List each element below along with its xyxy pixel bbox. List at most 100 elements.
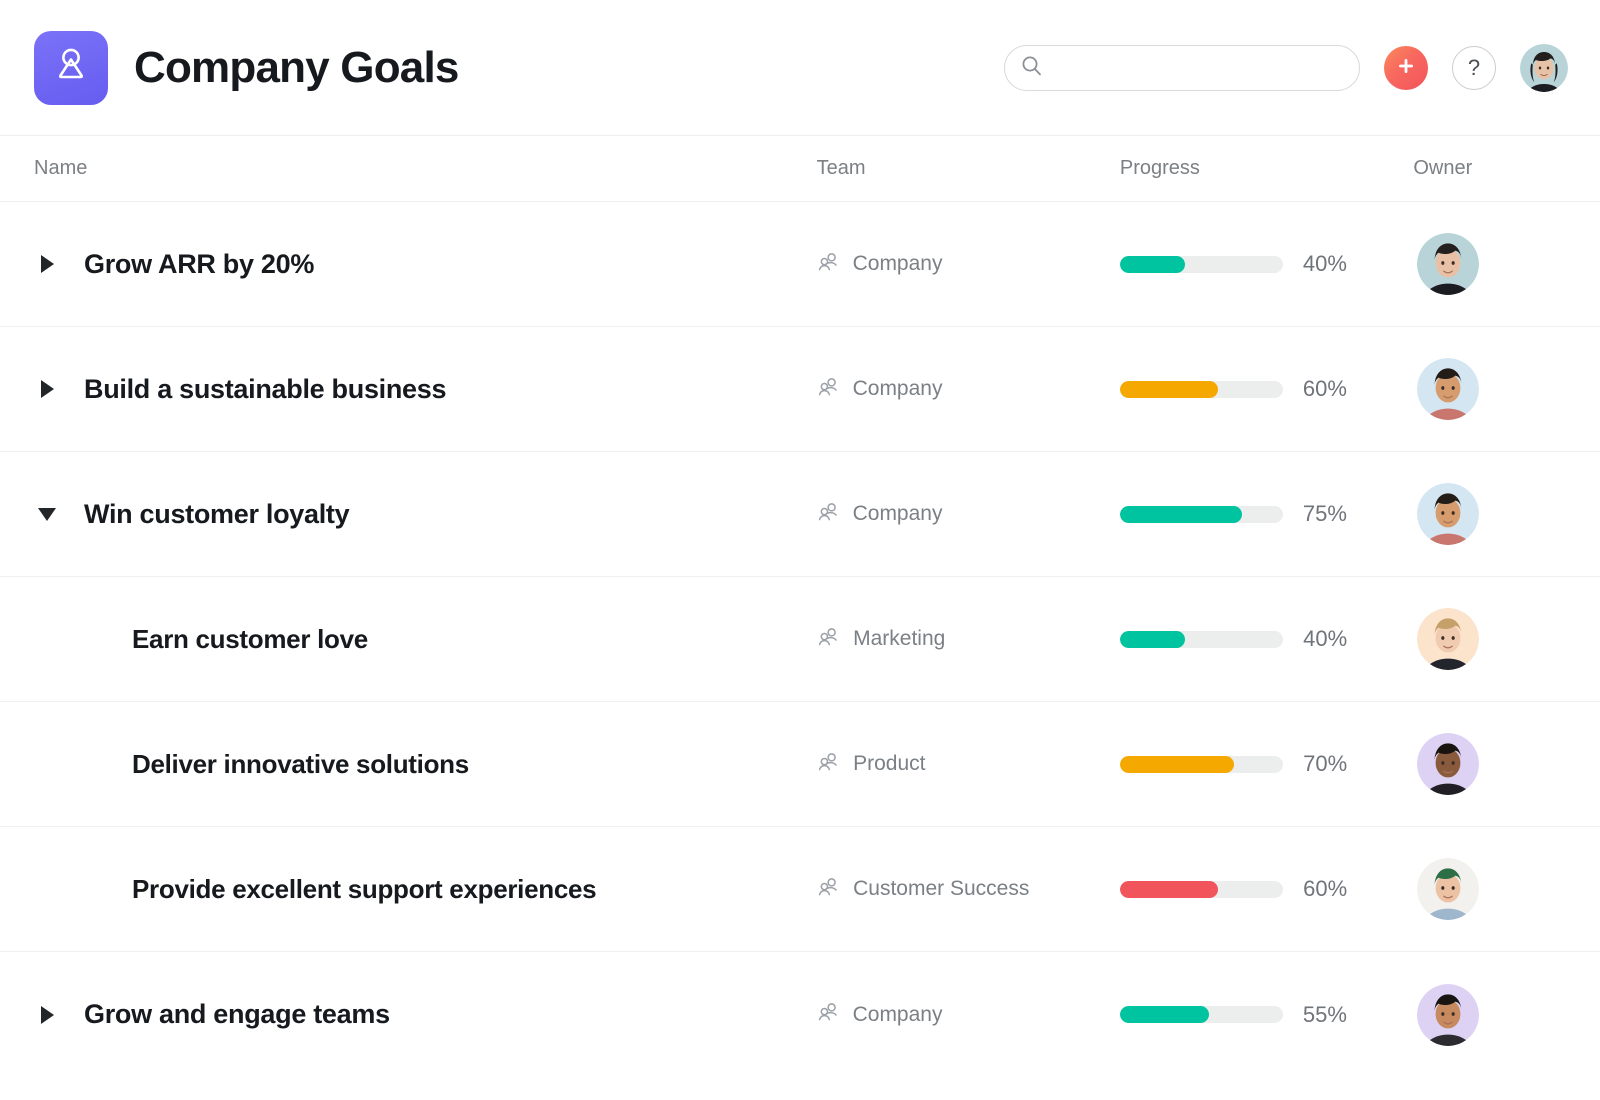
goal-name-cell[interactable]: Build a sustainable business [34,374,817,405]
page-title: Company Goals [134,42,459,92]
column-header-name[interactable]: Name [34,157,817,180]
progress-bar [1119,380,1283,398]
people-icon [817,875,841,904]
table-row[interactable]: Earn customer love Marketing 40% [0,577,1600,702]
goal-name-cell[interactable]: Grow ARR by 20% [34,249,817,280]
owner-avatar[interactable] [1417,608,1480,670]
goal-person-icon [50,44,92,91]
goal-name: Provide excellent support experiences [132,873,597,904]
table-row[interactable]: Deliver innovative solutions Product 70% [0,702,1600,827]
owner-avatar[interactable] [1417,733,1480,795]
people-icon [817,750,841,779]
column-header-team[interactable]: Team [817,157,1120,180]
goal-name: Build a sustainable business [84,373,447,404]
search-input[interactable] [1052,57,1343,78]
team-cell[interactable]: Company [817,1000,1120,1029]
progress-bar [1120,755,1284,773]
progress-cell: 55% [1119,1001,1413,1028]
goal-name-cell[interactable]: Win customer loyalty [34,499,817,530]
header-actions: ? [1004,43,1568,92]
progress-cell: 60% [1119,376,1413,402]
row-indent-spacer [82,626,108,652]
chevron-right-icon[interactable] [34,251,60,277]
user-avatar[interactable] [1520,43,1568,92]
team-cell[interactable]: Company [817,250,1120,279]
chevron-right-icon[interactable] [34,376,60,402]
people-icon [817,250,841,279]
help-button[interactable]: ? [1452,45,1496,90]
goal-name: Deliver innovative solutions [132,748,469,779]
table-row[interactable]: Build a sustainable business Company 60% [0,327,1600,452]
goal-name-cell[interactable]: Deliver innovative solutions [34,749,817,780]
people-icon [817,625,841,654]
goal-name: Win customer loyalty [84,498,350,529]
team-cell[interactable]: Product [817,750,1120,779]
brand: Company Goals [34,30,459,105]
table-row[interactable]: Grow ARR by 20% Company 40% [0,202,1600,327]
progress-percent: 55% [1302,1001,1347,1027]
owner-cell [1413,983,1566,1046]
team-label: Company [852,502,943,525]
team-cell[interactable]: Company [817,375,1120,404]
app-header: Company Goals ? [0,0,1600,136]
column-header-progress[interactable]: Progress [1120,157,1413,180]
table-column-header: Name Team Progress Owner [0,136,1600,202]
progress-bar-fill [1119,505,1243,523]
table-row[interactable]: Provide excellent support experiences Cu… [0,827,1600,952]
search-box[interactable] [1004,44,1360,91]
goal-name: Grow and engage teams [84,999,390,1029]
progress-bar-fill [1120,880,1218,898]
progress-percent: 60% [1302,376,1347,401]
owner-avatar[interactable] [1417,858,1480,920]
people-icon [817,1000,841,1029]
progress-percent: 40% [1302,251,1347,276]
progress-bar-fill [1119,380,1218,398]
progress-cell: 75% [1119,501,1413,527]
progress-bar-fill [1120,755,1235,773]
owner-cell [1413,608,1566,670]
column-header-owner[interactable]: Owner [1413,157,1566,180]
question-mark-icon: ? [1467,54,1481,80]
progress-bar [1120,880,1284,898]
goal-name-cell[interactable]: Provide excellent support experiences [34,874,817,905]
progress-percent: 75% [1302,501,1347,526]
owner-avatar[interactable] [1417,483,1480,545]
chevron-right-icon[interactable] [34,1002,60,1028]
progress-percent: 70% [1303,751,1348,776]
plus-icon [1396,56,1416,79]
progress-cell: 60% [1120,876,1413,902]
goal-name-cell[interactable]: Earn customer love [34,624,817,655]
owner-avatar[interactable] [1417,233,1480,295]
company-goals-app: Company Goals ? Name Team Progress Owner… [0,0,1600,1100]
progress-bar-fill [1119,1006,1210,1023]
row-indent-spacer [82,876,108,902]
owner-avatar[interactable] [1417,983,1480,1046]
owner-cell [1413,858,1566,920]
owner-cell [1413,483,1566,545]
search-icon [1021,55,1042,81]
team-label: Company [852,1002,943,1026]
team-cell[interactable]: Company [817,500,1120,529]
team-label: Company [852,252,943,275]
goal-name-cell[interactable]: Grow and engage teams [34,999,817,1030]
progress-cell: 40% [1119,251,1413,277]
goal-name: Grow ARR by 20% [84,248,315,279]
team-cell[interactable]: Marketing [817,625,1120,654]
chevron-down-icon[interactable] [34,501,60,527]
progress-bar [1119,505,1283,523]
progress-percent: 60% [1303,876,1348,901]
team-cell[interactable]: Customer Success [817,875,1120,904]
people-icon [817,375,841,404]
add-button[interactable] [1384,45,1428,90]
owner-cell [1413,233,1566,295]
table-row[interactable]: Grow and engage teams Company 55% [0,952,1600,1077]
progress-cell: 70% [1120,751,1413,777]
table-row[interactable]: Win customer loyalty Company 75% [0,452,1600,577]
progress-cell: 40% [1120,626,1413,652]
progress-bar-fill [1120,630,1186,648]
team-label: Company [852,377,943,400]
owner-avatar[interactable] [1417,358,1480,420]
row-indent-spacer [82,751,108,777]
progress-bar [1119,1006,1283,1023]
progress-bar-fill [1119,255,1186,273]
